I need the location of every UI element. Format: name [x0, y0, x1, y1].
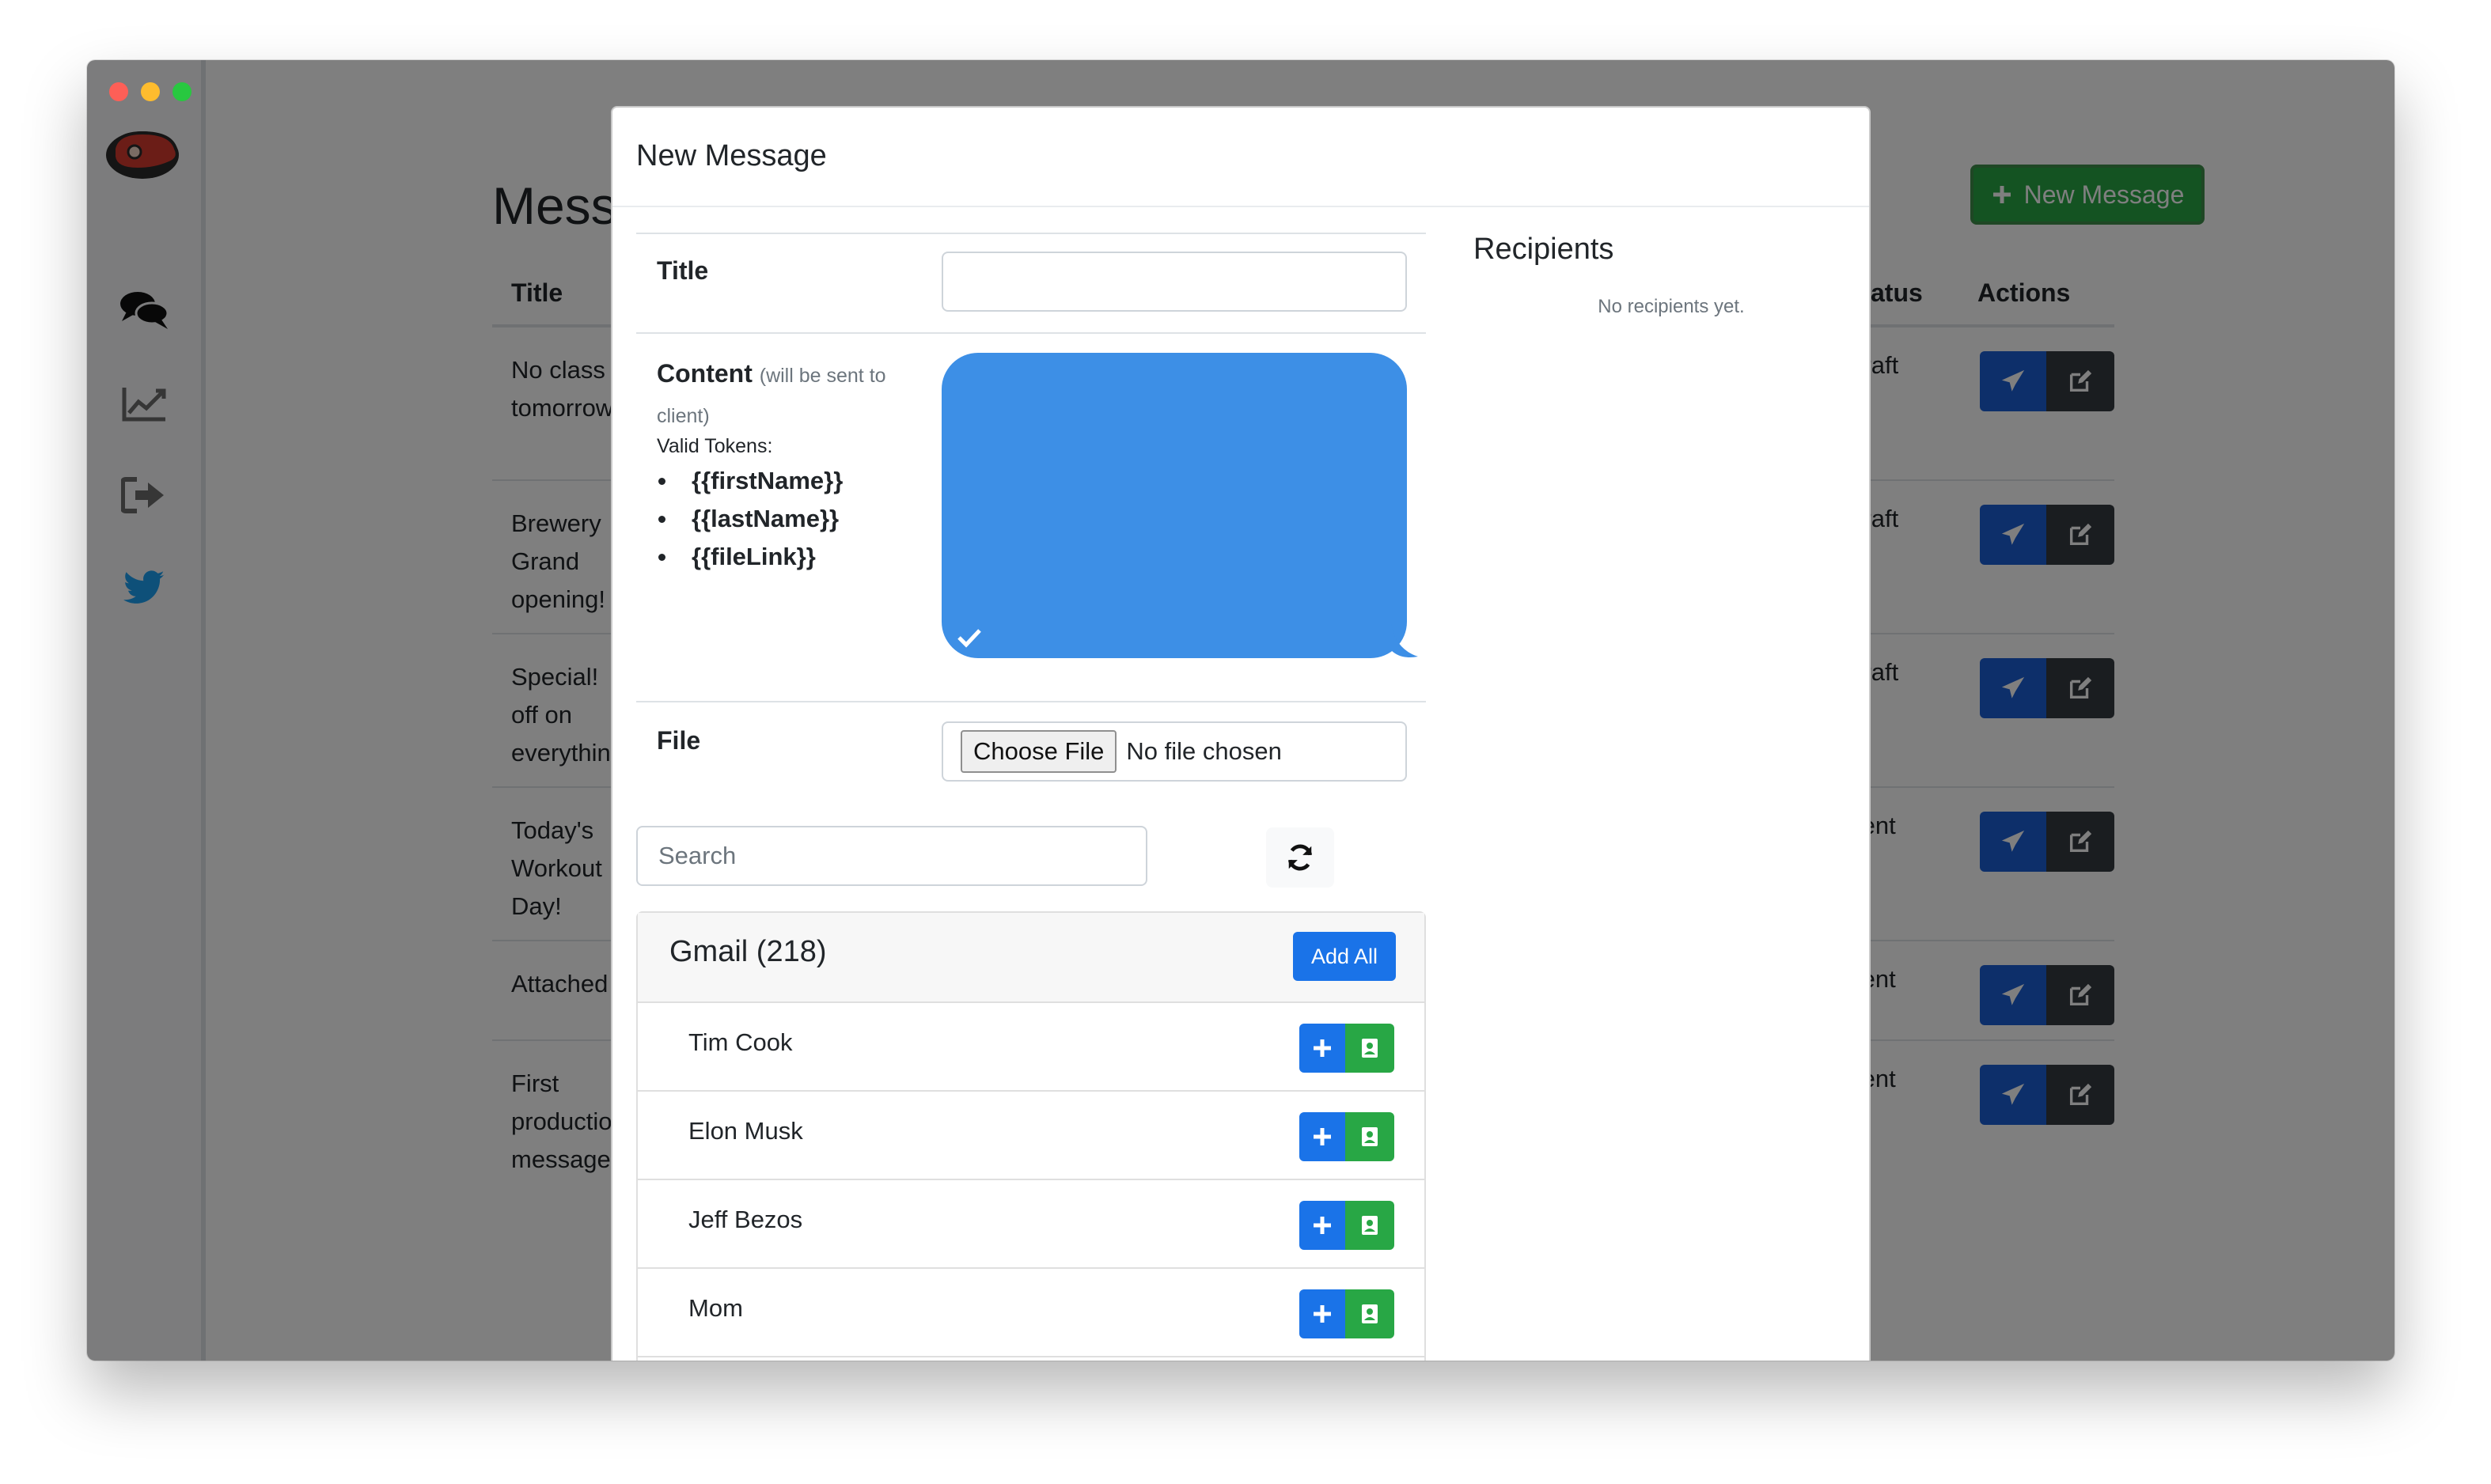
- app-window: Messages New Message Title Status Action…: [87, 60, 2394, 1361]
- bubble-tail-icon: [1391, 622, 1418, 657]
- zoom-window-button[interactable]: [173, 82, 191, 101]
- contacts-group-header: Gmail (218) Add All: [638, 913, 1424, 1003]
- title-label: Title: [657, 256, 709, 285]
- plus-icon: [1314, 1039, 1331, 1057]
- modal-header-divider: [612, 206, 1869, 207]
- content-message-bubble[interactable]: [942, 353, 1407, 658]
- checkmark-icon: [957, 629, 981, 648]
- contacts-group: Gmail (218) Add All Tim Cook Elon Musk J…: [636, 911, 1426, 1361]
- title-input[interactable]: [942, 252, 1407, 312]
- contact-card-button[interactable]: [1345, 1289, 1394, 1338]
- add-recipient-button[interactable]: [1299, 1289, 1345, 1338]
- list-item: Jeff Bezos: [638, 1180, 1424, 1269]
- token-item: {{firstName}}: [657, 462, 843, 500]
- recipients-title: Recipients: [1473, 233, 1614, 266]
- contact-name: Jeff Bezos: [688, 1206, 803, 1233]
- plus-icon: [1314, 1305, 1331, 1323]
- search-input[interactable]: Search: [636, 826, 1147, 886]
- add-recipient-button[interactable]: [1299, 1112, 1345, 1161]
- contact-name: Tim Cook: [688, 1028, 793, 1056]
- contacts-group-title: Gmail (218): [669, 935, 827, 968]
- token-item: {{lastName}}: [657, 500, 843, 538]
- contact-name: Mom: [688, 1294, 743, 1322]
- content-label: Content (will be sent to client): [657, 354, 918, 435]
- valid-tokens-label: Valid Tokens:: [657, 435, 773, 457]
- no-file-text: No file chosen: [1126, 737, 1282, 765]
- minimize-window-button[interactable]: [141, 82, 160, 101]
- list-item: Tim Cook: [638, 1003, 1424, 1092]
- modal-title: New Message: [636, 139, 827, 172]
- choose-file-button[interactable]: Choose File: [961, 730, 1117, 773]
- file-input[interactable]: Choose File No file chosen: [942, 721, 1407, 782]
- form-divider: [636, 701, 1426, 702]
- plus-icon: [1314, 1128, 1331, 1145]
- list-item: Elon Musk: [638, 1092, 1424, 1180]
- refresh-icon: [1287, 844, 1313, 871]
- contact-name: Elon Musk: [688, 1117, 803, 1145]
- plus-icon: [1314, 1217, 1331, 1234]
- address-card-icon: [1362, 1039, 1378, 1058]
- address-card-icon: [1362, 1216, 1378, 1235]
- contact-card-button[interactable]: [1345, 1112, 1394, 1161]
- close-window-button[interactable]: [109, 82, 128, 101]
- add-recipient-button[interactable]: [1299, 1024, 1345, 1073]
- form-divider: [636, 233, 1426, 234]
- address-card-icon: [1362, 1127, 1378, 1146]
- no-recipients-text: No recipients yet.: [1598, 296, 1745, 317]
- token-item: {{fileLink}}: [657, 538, 843, 576]
- contact-card-button[interactable]: [1345, 1024, 1394, 1073]
- address-card-icon: [1362, 1304, 1378, 1323]
- add-recipient-button[interactable]: [1299, 1201, 1345, 1250]
- add-all-button[interactable]: Add All: [1293, 932, 1396, 981]
- list-item: Mom: [638, 1269, 1424, 1357]
- content-label-text: Content: [657, 359, 753, 388]
- file-label: File: [657, 726, 701, 755]
- contact-card-button[interactable]: [1345, 1201, 1394, 1250]
- tokens-list: {{firstName}} {{lastName}} {{fileLink}}: [657, 462, 843, 576]
- refresh-button[interactable]: [1266, 827, 1334, 888]
- form-divider: [636, 332, 1426, 334]
- new-message-modal: New Message Title Content (will be sent …: [611, 106, 1871, 1361]
